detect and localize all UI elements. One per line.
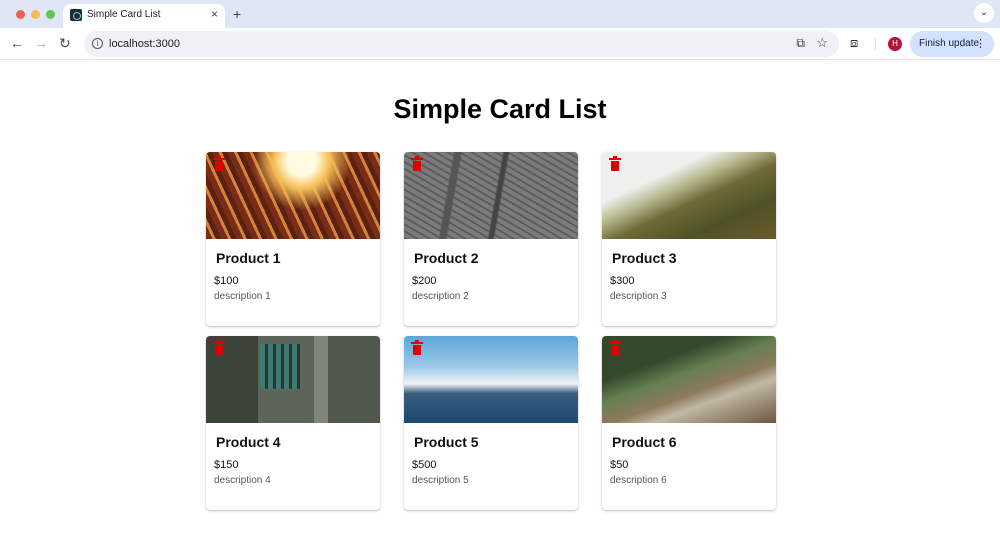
- delete-trash-icon[interactable]: [213, 156, 225, 171]
- card-description: description 5: [412, 475, 469, 486]
- window-minimize-control[interactable]: [31, 10, 40, 19]
- window-close-control[interactable]: [16, 10, 25, 19]
- install-app-icon[interactable]: ⧉: [796, 36, 805, 51]
- card-title: Product 3: [612, 250, 677, 266]
- product-card: Product 3 $300 description 3: [602, 152, 776, 326]
- tab-close-icon[interactable]: ×: [211, 7, 218, 21]
- forward-button[interactable]: →: [34, 35, 48, 51]
- card-price: $150: [214, 459, 239, 471]
- product-card: Product 1 $100 description 1: [206, 152, 380, 326]
- toolbar-divider: [875, 37, 876, 51]
- profile-avatar[interactable]: H: [888, 37, 902, 51]
- card-price: $200: [412, 275, 437, 287]
- bookmark-star-icon[interactable]: ☆: [816, 35, 828, 51]
- card-title: Product 6: [612, 434, 677, 450]
- product-image: [206, 152, 380, 239]
- react-favicon-icon: [70, 9, 82, 21]
- delete-trash-icon[interactable]: [411, 156, 423, 171]
- product-card: Product 5 $500 description 5: [404, 336, 578, 510]
- tab-search-button[interactable]: ⌄: [974, 3, 994, 23]
- finish-update-label: Finish update: [919, 38, 980, 49]
- product-image: [206, 336, 380, 423]
- back-button[interactable]: ←: [10, 35, 24, 51]
- card-title: Product 5: [414, 434, 479, 450]
- browser-tabbar: Simple Card List × + ⌄: [0, 0, 1000, 28]
- site-info-icon[interactable]: i: [92, 38, 103, 49]
- card-description: description 3: [610, 291, 667, 302]
- delete-trash-icon[interactable]: [609, 156, 621, 171]
- window-zoom-control[interactable]: [46, 10, 55, 19]
- delete-trash-icon[interactable]: [609, 340, 621, 355]
- card-price: $300: [610, 275, 635, 287]
- card-price: $100: [214, 275, 239, 287]
- address-bar[interactable]: i localhost:3000 ⧉ ☆: [84, 31, 839, 57]
- card-title: Product 2: [414, 250, 479, 266]
- url-text[interactable]: localhost:3000: [109, 38, 180, 50]
- delete-trash-icon[interactable]: [411, 340, 423, 355]
- card-description: description 2: [412, 291, 469, 302]
- finish-update-button[interactable]: Finish update ⋮: [910, 31, 994, 57]
- tab-title: Simple Card List: [87, 9, 161, 20]
- card-title: Product 4: [216, 434, 281, 450]
- card-description: description 1: [214, 291, 271, 302]
- product-image: [404, 336, 578, 423]
- card-title: Product 1: [216, 250, 281, 266]
- new-tab-button[interactable]: +: [233, 6, 241, 22]
- reload-button[interactable]: ↻: [59, 35, 71, 52]
- browser-toolbar: ← → ↻ i localhost:3000 ⧉ ☆ ⧈ H Finish up…: [0, 28, 1000, 60]
- product-image: [602, 336, 776, 423]
- browser-menu-icon[interactable]: ⋮: [975, 31, 986, 57]
- product-image: [602, 152, 776, 239]
- card-description: description 6: [610, 475, 667, 486]
- card-price: $50: [610, 459, 629, 471]
- page-title: Simple Card List: [393, 94, 607, 124]
- product-card: Product 6 $50 description 6: [602, 336, 776, 510]
- product-card: Product 2 $200 description 2: [404, 152, 578, 326]
- product-card: Product 4 $150 description 4: [206, 336, 380, 510]
- extensions-icon[interactable]: ⧈: [850, 35, 858, 51]
- delete-trash-icon[interactable]: [213, 340, 225, 355]
- card-price: $500: [412, 459, 437, 471]
- card-description: description 4: [214, 475, 271, 486]
- browser-tab[interactable]: Simple Card List ×: [63, 4, 225, 28]
- product-image: [404, 152, 578, 239]
